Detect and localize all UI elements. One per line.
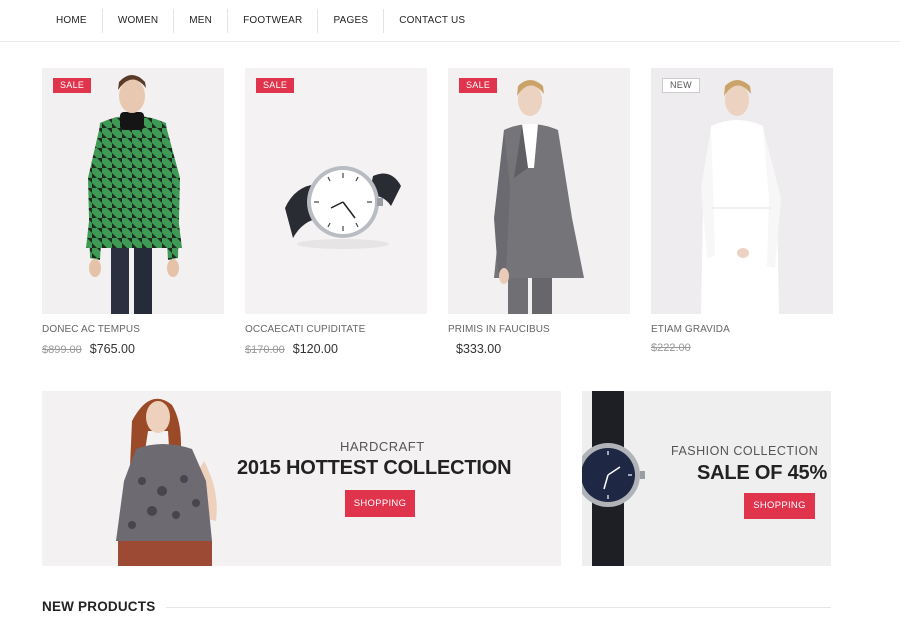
current-price: $333.00 <box>456 342 502 356</box>
product-name[interactable]: OCCAECATI CUPIDITATE <box>245 324 427 335</box>
product-name[interactable]: ETIAM GRAVIDA <box>651 324 833 335</box>
old-price: $899.00 <box>42 344 82 356</box>
price-row: $170.00 $120.00 <box>245 342 427 356</box>
woman-grey-suit-photo <box>494 80 584 314</box>
shopping-button[interactable]: SHOPPING <box>345 490 415 517</box>
price-row: $899.00 $765.00 <box>42 342 224 356</box>
banner-title: SALE OF 45% <box>697 462 828 484</box>
nav-footwear[interactable]: FOOTWEAR <box>228 9 319 33</box>
sale-badge: SALE <box>53 78 92 93</box>
product-name[interactable]: PRIMIS IN FAUCIBUS <box>448 324 630 335</box>
price-row: $333.00 <box>448 342 630 356</box>
woman-paisley-top-photo <box>116 398 217 566</box>
nav-home[interactable]: HOME <box>42 9 103 33</box>
woman-white-outfit-photo <box>651 68 833 314</box>
banner-subtitle: FASHION COLLECTION <box>671 444 819 458</box>
current-price: $765.00 <box>89 342 135 356</box>
nav-pages[interactable]: PAGES <box>318 9 385 33</box>
section-title: NEW PRODUCTS <box>42 599 156 614</box>
product-card[interactable]: SALE DONEC AC TEMPUS $899.00 $765.00 <box>42 68 224 356</box>
nav-menu: HOME WOMEN MEN FOOTWEAR PAGES CONTACT US <box>42 9 480 33</box>
old-price: $222.00 <box>651 342 691 354</box>
product-card[interactable]: SALE OCCAECATI CUPIDITATE $170.00 $120.0… <box>245 68 427 356</box>
man-green-scarf-photo <box>86 75 182 314</box>
price-row: $222.00 <box>651 342 833 354</box>
product-image[interactable]: SALE <box>42 68 224 314</box>
product-image[interactable]: SALE <box>448 68 630 314</box>
nav-men[interactable]: MEN <box>174 9 229 33</box>
main-nav: HOME WOMEN MEN FOOTWEAR PAGES CONTACT US <box>0 0 900 42</box>
section-divider <box>166 607 831 608</box>
product-name[interactable]: DONEC AC TEMPUS <box>42 324 224 335</box>
shopping-button[interactable]: SHOPPING <box>744 493 815 519</box>
sale-badge: SALE <box>256 78 295 93</box>
nav-contact-us[interactable]: CONTACT US <box>384 9 480 33</box>
navy-watch-photo <box>582 391 645 566</box>
product-card[interactable]: SALE PRIMIS IN FAUCIBUS $333.00 <box>448 68 630 356</box>
sale-banner[interactable]: FASHION COLLECTION SALE OF 45% SHOPPING <box>582 391 831 566</box>
product-image[interactable]: NEW <box>651 68 833 314</box>
old-price: $170.00 <box>245 344 285 356</box>
current-price: $120.00 <box>292 342 338 356</box>
product-card[interactable]: NEW ETIAM GRAVIDA $222.00 <box>651 68 833 354</box>
sale-badge: SALE <box>459 78 498 93</box>
new-badge: NEW <box>662 78 700 93</box>
nav-women[interactable]: WOMEN <box>103 9 175 33</box>
banner-title: 2015 HOTTEST COLLECTION <box>237 457 512 479</box>
product-image[interactable]: SALE <box>245 68 427 314</box>
wristwatch-photo <box>245 68 427 314</box>
hottest-collection-banner[interactable]: HARDCRAFT 2015 HOTTEST COLLECTION SHOPPI… <box>42 391 561 566</box>
banner-subtitle: HARDCRAFT <box>340 439 425 454</box>
